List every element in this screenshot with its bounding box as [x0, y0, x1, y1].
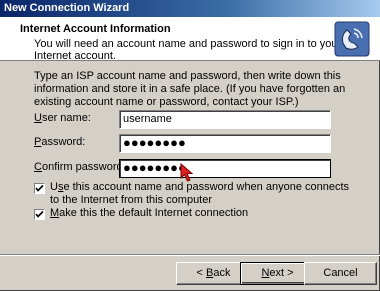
- confirm-password-label: Confirm password:: [34, 161, 126, 173]
- window-title: New Connection Wizard: [0, 0, 380, 17]
- confirm-password-field[interactable]: ●●●●●●●●: [119, 159, 331, 178]
- default-connection-checkbox[interactable]: [34, 209, 45, 220]
- intro-text: Type an ISP account name and password, t…: [34, 70, 346, 108]
- wizard-header: Internet Account Information You will ne…: [0, 17, 380, 62]
- checkmark-icon: [35, 184, 44, 192]
- mouse-cursor-icon: [180, 162, 194, 186]
- default-connection-label[interactable]: Make this the default Internet connectio…: [50, 207, 360, 220]
- password-label: Password:: [34, 136, 86, 148]
- button-separator: [0, 254, 380, 256]
- cancel-button[interactable]: Cancel: [304, 262, 377, 285]
- use-for-all-checkbox[interactable]: [34, 183, 45, 194]
- username-field[interactable]: username: [119, 110, 331, 129]
- wizard-window: New Connection Wizard Internet Account I…: [0, 0, 380, 291]
- username-label: User name:: [34, 112, 91, 124]
- checkmark-icon: [35, 210, 44, 218]
- use-for-all-label[interactable]: Use this account name and password when …: [50, 181, 360, 207]
- header-title: Internet Account Information: [20, 23, 171, 35]
- password-field[interactable]: ●●●●●●●●: [119, 134, 331, 153]
- header-subtitle: You will need an account name and passwo…: [34, 38, 342, 62]
- phone-icon: [334, 21, 370, 57]
